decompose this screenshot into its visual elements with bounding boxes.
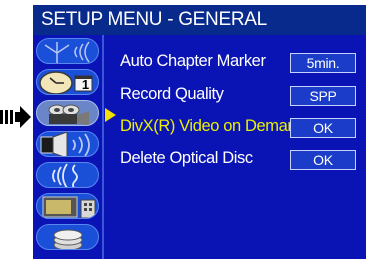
sidebar-item-recording[interactable] <box>36 100 99 126</box>
disc-stack-icon <box>53 229 83 249</box>
calendar-number: 1 <box>81 77 90 92</box>
sidebar-item-audio[interactable] <box>36 131 99 157</box>
sidebar-divider <box>102 35 104 259</box>
antenna-icon <box>44 41 90 63</box>
auto-chapter-marker-value[interactable]: 5min. <box>290 53 356 73</box>
sidebar-item-disc[interactable] <box>36 224 99 250</box>
wireless-signal-icon <box>52 163 78 187</box>
sidebar-item-antenna[interactable] <box>36 38 99 64</box>
sidebar-item-wireless[interactable] <box>36 162 99 188</box>
speaker-icon <box>40 132 90 156</box>
selection-arrow-icon <box>105 108 116 122</box>
page-title: SETUP MENU - GENERAL <box>33 5 366 35</box>
sidebar-item-tv[interactable] <box>36 193 99 219</box>
record-quality-value[interactable]: SPP <box>290 86 356 106</box>
setting-label-auto-chapter-marker: Auto Chapter Marker <box>120 52 266 70</box>
tv-remote-icon <box>42 196 96 218</box>
pointer-hand-icon <box>0 106 31 128</box>
video-camera-icon <box>48 104 89 125</box>
delete-optical-disc-ok-button[interactable]: OK <box>290 150 356 170</box>
setting-label-delete-optical-disc: Delete Optical Disc <box>120 149 253 167</box>
setting-label-divx-vod: DivX(R) Video on Demand <box>120 117 305 135</box>
setting-label-record-quality: Record Quality <box>120 85 224 103</box>
divx-vod-ok-button[interactable]: OK <box>290 118 356 138</box>
sidebar-item-clock[interactable]: 1 <box>36 69 99 95</box>
